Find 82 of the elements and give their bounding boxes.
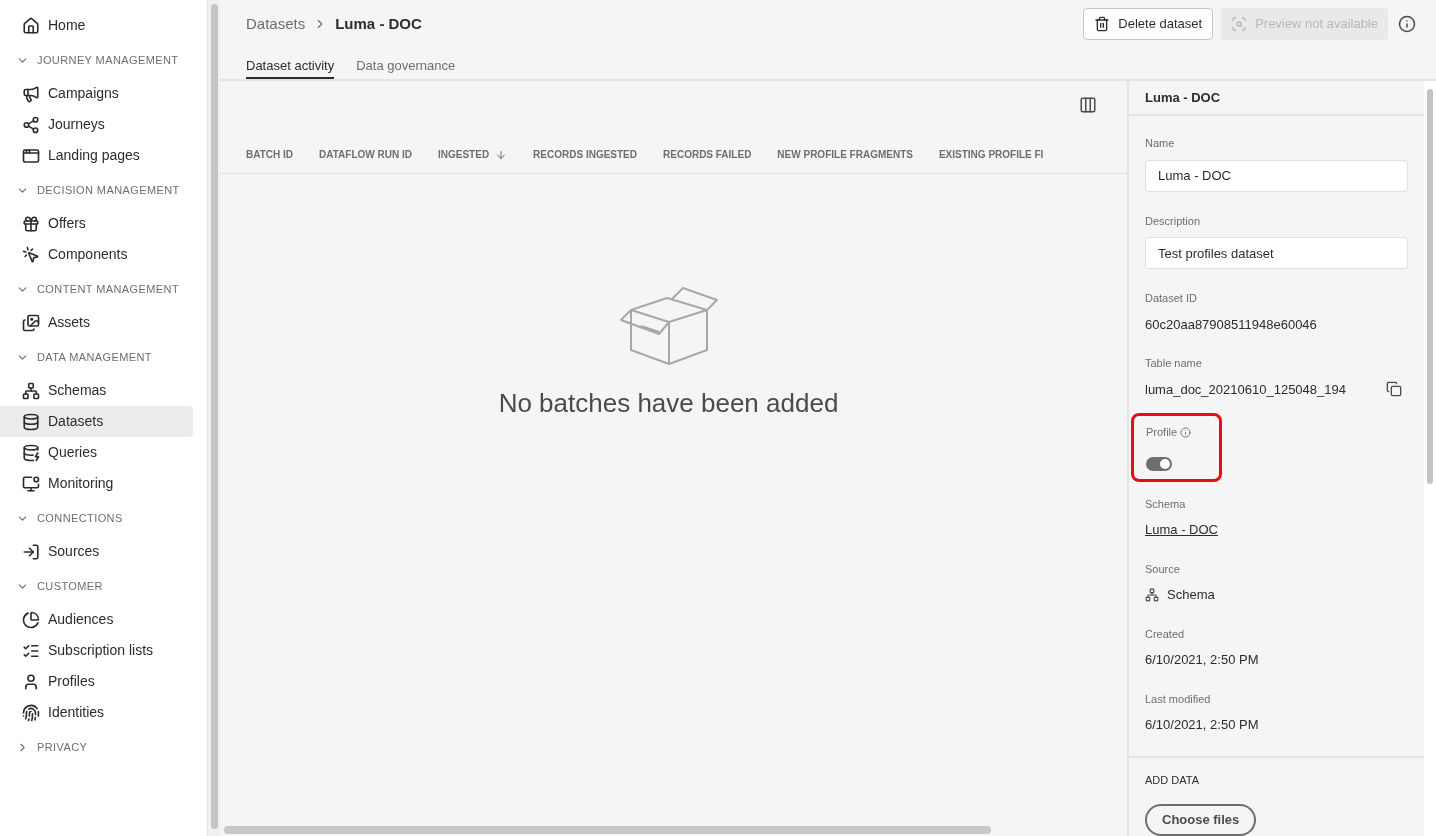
nav-item[interactable]: Sources (0, 536, 193, 567)
nav-icon (22, 381, 40, 400)
profile-toggle[interactable] (1146, 456, 1172, 471)
nav-item[interactable]: Assets (0, 307, 193, 338)
preview-icon (1231, 16, 1248, 32)
panel-title: Luma - DOC (1145, 89, 1221, 108)
schema-link[interactable]: Luma - DOC (1145, 520, 1408, 540)
info-icon[interactable] (1180, 426, 1192, 438)
nav-item[interactable]: Monitoring (0, 468, 193, 499)
page-title: Luma - DOC (335, 13, 422, 34)
section-header: PRIVACY (37, 740, 88, 756)
nav-item[interactable]: Datasets (0, 406, 193, 437)
field-label: Name (1145, 136, 1176, 151)
column-header[interactable]: DATAFLOW RUN ID (319, 147, 412, 162)
schema-icon (1145, 587, 1159, 602)
nav-icon (22, 214, 40, 233)
column-header[interactable]: RECORDS FAILED (663, 147, 752, 162)
field-label: Schema (1145, 496, 1187, 512)
nav-icon (22, 16, 40, 35)
nav-icon (22, 313, 40, 332)
field-label: Table name (1145, 356, 1203, 371)
column-header[interactable]: BATCH ID (246, 147, 294, 162)
delete-button[interactable]: Delete dataset (1083, 8, 1214, 40)
nav-item[interactable]: Campaigns (0, 78, 193, 109)
field-label: Source (1145, 561, 1181, 577)
nav-icon (22, 146, 40, 165)
nav-icon (22, 610, 40, 629)
field-label: Dataset ID (1145, 291, 1198, 306)
nav-item[interactable]: Queries (0, 437, 193, 468)
column-settings-icon[interactable] (1079, 96, 1097, 114)
nav-item[interactable]: Journeys (0, 109, 193, 140)
nav-icon (22, 412, 40, 431)
column-header[interactable]: EXISTING PROFILE FI (938, 147, 1044, 162)
field-value: 6/10/2021, 2:50 PM (1145, 716, 1260, 734)
scrollbar-thumb[interactable] (1427, 89, 1433, 484)
field-value: Schema (1167, 586, 1215, 604)
nav-item[interactable]: Components (0, 239, 193, 270)
nav-icon (22, 703, 40, 722)
nav-item[interactable]: Subscription lists (0, 635, 193, 666)
section-header: DECISION MANAGEMENT (37, 183, 180, 199)
nav-item[interactable]: Profiles (0, 666, 193, 697)
scrollbar-thumb[interactable] (224, 826, 991, 834)
nav-icon (22, 443, 40, 462)
nav-item[interactable]: Audiences (0, 604, 193, 635)
column-header[interactable]: INGESTED (438, 147, 508, 162)
section-header: CONTENT MANAGEMENT (37, 282, 180, 298)
info-icon[interactable] (1398, 15, 1416, 33)
nav-icon (22, 474, 40, 493)
section-header: JOURNEY MANAGEMENT (37, 53, 179, 69)
nav-icon (22, 542, 40, 561)
choose-files-button[interactable]: Choose files (1145, 804, 1257, 836)
nav-icon (22, 115, 40, 134)
field-label: Description (1145, 213, 1202, 229)
column-header[interactable]: RECORDS INGESTED (533, 147, 637, 162)
description-input[interactable]: Test profiles dataset (1145, 237, 1408, 269)
copy-icon[interactable] (1386, 381, 1402, 398)
breadcrumb-link[interactable]: Datasets (246, 12, 306, 36)
section-header: CUSTOMER (37, 579, 103, 595)
column-header[interactable]: NEW PROFILE FRAGMENTS (777, 147, 913, 162)
scrollbar-thumb[interactable] (210, 4, 218, 829)
trash-icon (1094, 16, 1111, 32)
nav-icon (22, 245, 40, 264)
tab[interactable]: Data governance (356, 48, 456, 79)
nav-item[interactable]: Home (0, 10, 193, 41)
nav-item[interactable]: Identities (0, 697, 193, 728)
section-header: CONNECTIONS (37, 511, 123, 527)
field-value: luma_doc_20210610_125048_194 (1145, 380, 1346, 399)
nav-item[interactable]: Offers (0, 208, 193, 239)
field-label: Profile (1146, 425, 1178, 440)
nav-icon (22, 84, 40, 103)
section-header: DATA MANAGEMENT (37, 350, 152, 366)
field-value: 6/10/2021, 2:50 PM (1145, 651, 1260, 669)
section-title: ADD DATA (1145, 772, 1199, 788)
nav-item[interactable]: Schemas (0, 375, 193, 406)
field-label: Created (1145, 626, 1186, 642)
nav-item[interactable]: Landing pages (0, 140, 193, 171)
nav-icon (22, 672, 40, 691)
name-input[interactable]: Luma - DOC (1145, 159, 1408, 192)
field-value: 60c20aa87908511948e60046 (1145, 315, 1318, 334)
tab[interactable]: Dataset activity (246, 48, 335, 79)
field-label: Last modified (1145, 691, 1212, 707)
empty-state-message: No batches have been added (498, 387, 839, 420)
